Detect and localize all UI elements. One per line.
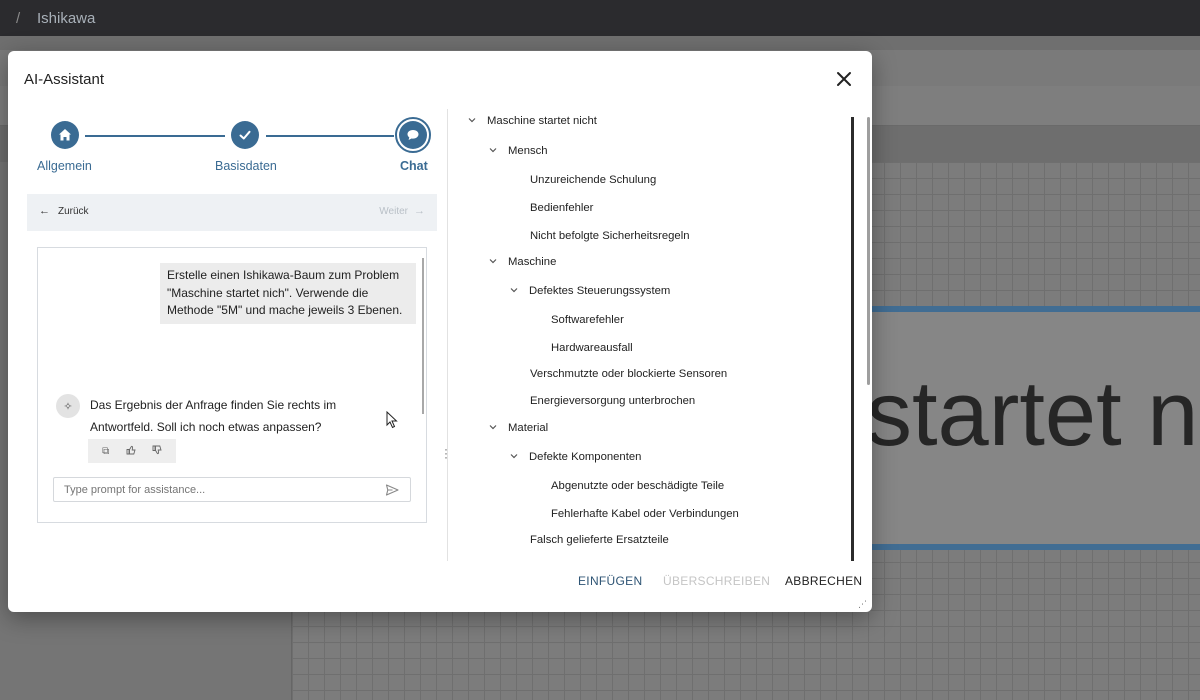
resize-grip-icon[interactable]: ⋰ <box>858 599 867 610</box>
back-button[interactable]: ← Zurück <box>39 205 89 218</box>
diagram-node: startet nic <box>872 306 1200 550</box>
thumbs-down-icon[interactable] <box>152 445 162 458</box>
ai-assistant-dialog: AI-Assistant Allgemein Basisdaten Chat ←… <box>8 51 872 612</box>
chat-panel: Erstelle einen Ishikawa-Baum zum Problem… <box>37 247 427 523</box>
tree-node[interactable]: Verschmutzte oder blockierte Sensoren <box>530 368 727 380</box>
tree-node-label: Hardwareausfall <box>551 342 633 354</box>
tree-node-label: Maschine <box>508 256 557 268</box>
tree-node[interactable]: Material <box>488 422 548 434</box>
drag-handle-icon[interactable]: · · · <box>444 443 450 463</box>
tree-node-label: Defekte Komponenten <box>529 451 642 463</box>
chat-scrollbar[interactable] <box>422 258 424 414</box>
tree-node-label: Nicht befolgte Sicherheitsregeln <box>530 230 690 242</box>
tree-scroll-edge <box>851 117 854 561</box>
step-label-allgemein: Allgemein <box>37 159 92 173</box>
arrow-right-icon: → <box>414 205 425 217</box>
chevron-down-icon[interactable] <box>488 256 508 268</box>
ai-message: Das Ergebnis der Anfrage finden Sie rech… <box>90 398 337 434</box>
tree-node-label: Verschmutzte oder blockierte Sensoren <box>530 368 728 380</box>
tree-node-label: Abgenutzte oder beschädigte Teile <box>551 480 725 492</box>
tree-node-label: Mensch <box>508 145 548 157</box>
dialog-title: AI-Assistant <box>24 71 105 88</box>
step-label-chat: Chat <box>400 159 428 173</box>
chevron-down-icon[interactable] <box>488 422 508 434</box>
tree-node-label: Defektes Steuerungssystem <box>529 285 671 297</box>
tree-node-label: Bedienfehler <box>530 202 594 214</box>
overwrite-button[interactable]: ÜBERSCHREIBEN <box>663 574 770 588</box>
diagram-node-text: startet nic <box>872 363 1200 465</box>
message-actions: ⧉ <box>88 439 176 463</box>
tree-node[interactable]: Abgenutzte oder beschädigte Teile <box>551 480 724 492</box>
top-bar: / Ishikawa <box>0 0 1200 36</box>
tree-scrollbar[interactable] <box>867 117 870 385</box>
tree-node[interactable]: Nicht befolgte Sicherheitsregeln <box>530 230 690 242</box>
insert-button[interactable]: EINFÜGEN <box>578 574 642 588</box>
tree-node-label: Material <box>508 422 549 434</box>
thumbs-up-icon[interactable] <box>126 445 136 458</box>
copy-icon[interactable]: ⧉ <box>102 446 109 457</box>
tree-node-label: Maschine startet nicht <box>487 115 597 127</box>
tree-node[interactable]: Maschine <box>488 256 556 268</box>
tree-node[interactable]: Defekte Komponenten <box>509 451 641 463</box>
step-connector <box>266 135 394 137</box>
check-icon[interactable] <box>231 121 259 149</box>
chevron-down-icon[interactable] <box>467 115 487 127</box>
ai-sparkle-icon: ✧ <box>56 394 80 418</box>
cancel-button[interactable]: ABBRECHEN <box>785 574 862 588</box>
tree-node[interactable]: Fehlerhafte Kabel oder Verbindungen <box>551 508 739 520</box>
tree-node[interactable]: Unzureichende Schulung <box>530 174 656 186</box>
tree-node[interactable]: Maschine startet nicht <box>467 115 597 127</box>
tree-node-label: Falsch gelieferte Ersatzteile <box>530 534 669 546</box>
chevron-down-icon[interactable] <box>488 145 508 157</box>
tree-node[interactable]: Mensch <box>488 145 548 157</box>
tree-node-label: Fehlerhafte Kabel oder Verbindungen <box>551 508 739 520</box>
tree-node[interactable]: Defektes Steuerungssystem <box>509 285 670 297</box>
next-label: Weiter <box>379 206 408 217</box>
close-icon[interactable] <box>834 69 854 89</box>
prompt-input[interactable] <box>53 477 411 502</box>
user-message: Erstelle einen Ishikawa-Baum zum Problem… <box>160 263 416 324</box>
tree-node[interactable]: Bedienfehler <box>530 202 593 214</box>
step-navigation-bar: ← Zurück Weiter → <box>27 194 437 231</box>
tree-node-label: Softwarefehler <box>551 314 624 326</box>
mouse-cursor-icon <box>386 410 398 434</box>
tree-node-label: Energieversorgung unterbrochen <box>530 395 696 407</box>
back-label: Zurück <box>58 206 89 217</box>
step-connector <box>85 135 225 137</box>
chevron-down-icon[interactable] <box>509 285 529 297</box>
chat-bubble-icon[interactable] <box>399 121 427 149</box>
tree-node[interactable]: Hardwareausfall <box>551 342 633 354</box>
step-label-basisdaten: Basisdaten <box>215 159 277 173</box>
next-button[interactable]: Weiter → <box>379 205 425 218</box>
panel-divider <box>447 109 448 561</box>
home-icon[interactable] <box>51 121 79 149</box>
tree-node[interactable]: Softwarefehler <box>551 314 624 326</box>
arrow-left-icon: ← <box>39 205 50 217</box>
send-icon[interactable] <box>385 483 399 497</box>
breadcrumb-separator: / <box>16 10 21 27</box>
tree-node[interactable]: Falsch gelieferte Ersatzteile <box>530 534 669 546</box>
breadcrumb-title[interactable]: Ishikawa <box>37 10 95 27</box>
tree-node-label: Unzureichende Schulung <box>530 174 657 186</box>
tree-node[interactable]: Energieversorgung unterbrochen <box>530 395 695 407</box>
chevron-down-icon[interactable] <box>509 451 529 463</box>
